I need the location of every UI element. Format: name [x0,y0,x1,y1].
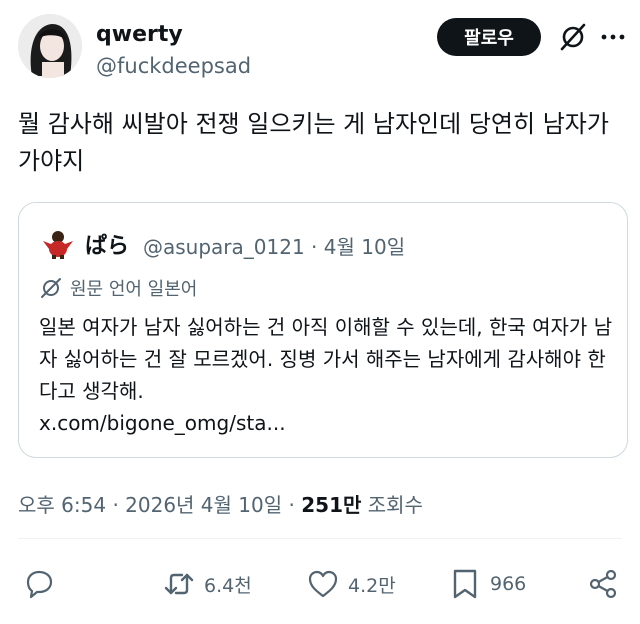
author-name[interactable]: qwerty [96,22,183,47]
translation-label: 원문 언어 일본어 [70,279,198,300]
quote-avatar[interactable] [41,227,75,259]
retweet-button[interactable]: 6.4천 [162,566,252,602]
quote-date: 4월 10일 [323,235,406,259]
retweet-count: 6.4천 [204,574,252,597]
share-icon [589,569,617,599]
grok-icon[interactable] [558,22,588,52]
heart-icon [308,570,338,598]
follow-button[interactable]: 팔로우 [437,18,541,56]
author-handle[interactable]: @fuckdeepsad [96,54,251,78]
separator-dot: · [112,493,126,517]
bookmark-button[interactable]: 966 [448,566,526,602]
more-options-icon[interactable] [598,22,628,52]
quote-meta: @asupara_0121 · 4월 10일 [143,231,405,260]
separator-dot: · [288,493,302,517]
quote-text: 일본 여자가 남자 싫어하는 건 아직 이해할 수 있는데, 한국 여자가 남자… [39,315,613,403]
tweet-time[interactable]: 오후 6:54 [18,493,106,517]
tweet-header: qwerty @fuckdeepsad 팔로우 [18,14,628,84]
bookmark-count: 966 [490,573,527,595]
like-button[interactable]: 4.2만 [306,566,396,602]
quote-author-handle: @asupara_0121 [143,235,305,259]
bookmark-icon [453,569,477,599]
share-button[interactable] [586,566,620,602]
tweet-meta: 오후 6:54 · 2026년 4월 10일 · 251만 조회수 [18,489,423,518]
quoted-tweet[interactable]: ぱら @asupara_0121 · 4월 10일 원문 언어 일본어 일본 여… [18,202,628,458]
quote-link[interactable]: x.com/bigone_omg/sta... [39,411,286,435]
quote-author-name: ぱら [85,234,130,259]
views-count: 251만 [301,493,362,517]
retweet-icon [164,573,194,595]
reply-button[interactable] [22,566,56,602]
author-avatar[interactable] [18,14,82,78]
tweet-text: 뭘 감사해 씨발아 전쟁 일으키는 게 남자인데 당연히 남자가 가야지 [18,110,609,175]
tweet-date[interactable]: 2026년 4월 10일 [125,493,282,517]
reply-icon [26,570,53,599]
like-count: 4.2만 [348,574,396,597]
views-label: 조회수 [367,493,423,517]
divider [18,538,622,539]
grok-icon [41,278,61,298]
translation-notice: 원문 언어 일본어 [39,276,197,300]
separator-dot: · [311,235,324,259]
